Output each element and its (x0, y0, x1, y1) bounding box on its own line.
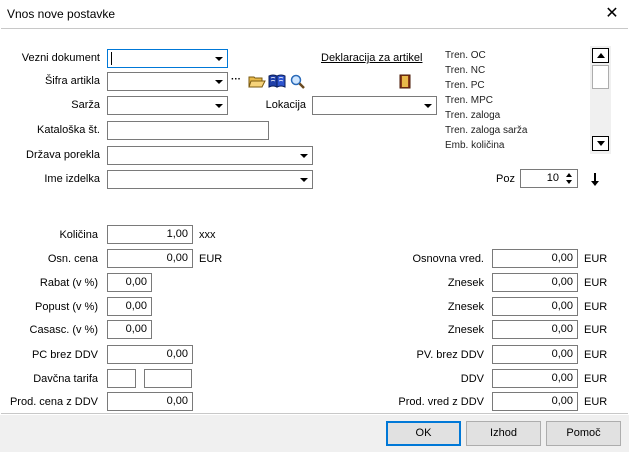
text-cursor (111, 52, 112, 65)
lokacija-label: Lokacija (265, 99, 306, 111)
pricing-left-label: Prod. cena z DDV (9, 396, 98, 408)
scroll-down-button[interactable] (592, 136, 609, 151)
pricing-left-input[interactable]: 0,00 (107, 249, 193, 268)
pricing-left-label: Osn. cena (47, 253, 98, 265)
chevron-down-icon[interactable] (215, 57, 223, 61)
info-list-item: Tren. OC (445, 50, 486, 61)
pricing-right-input[interactable]: 0,00 (492, 345, 578, 364)
close-icon[interactable]: ✕ (601, 3, 623, 25)
ok-button[interactable]: OK (386, 421, 461, 446)
pricing-right-input[interactable]: 0,00 (492, 297, 578, 316)
unit-label: xxx (199, 229, 216, 241)
chevron-down-icon[interactable] (424, 104, 432, 108)
ime-izdelka-combo[interactable] (107, 170, 313, 189)
pricing-right-input[interactable]: 0,00 (492, 369, 578, 388)
kataloska-label: Kataloška št. (37, 124, 100, 136)
kataloska-input[interactable] (107, 121, 269, 140)
pricing-left-input[interactable]: 0,00 (107, 345, 193, 364)
unit-label: EUR (584, 373, 608, 385)
chevron-down-icon[interactable] (215, 104, 223, 108)
open-folder-icon[interactable] (248, 73, 266, 89)
davcna-tarifa-rate-input[interactable] (144, 369, 192, 388)
pricing-left-label: Popust (v %) (35, 301, 98, 313)
vezni-dokument-combo[interactable] (107, 49, 228, 68)
scroll-thumb[interactable] (592, 65, 609, 89)
unit-label: EUR (584, 253, 608, 265)
pricing-left-label: Količina (59, 229, 98, 241)
sarza-label: Sarža (71, 99, 100, 111)
down-arrow-icon[interactable] (590, 172, 600, 187)
pricing-right-label: Osnovna vred. (412, 253, 484, 265)
info-list-item: Tren. zaloga sarža (445, 125, 528, 136)
spin-up-icon[interactable] (563, 171, 576, 179)
pricing-right-label: Znesek (447, 277, 484, 289)
info-list-item: Tren. zaloga (445, 110, 501, 121)
poz-spinner[interactable]: 10 (520, 169, 578, 188)
ime-izdelka-label: Ime izdelka (44, 173, 100, 185)
declaration-book-icon[interactable] (399, 74, 411, 89)
unit-label: EUR (584, 324, 608, 336)
pricing-right-input[interactable]: 0,00 (492, 273, 578, 292)
drzava-porekla-combo[interactable] (107, 146, 313, 165)
pricing-right-label: Prod. vred z DDV (398, 396, 484, 408)
pricing-right-input[interactable]: 0,00 (492, 320, 578, 339)
window-title: Vnos nove postavke (7, 7, 116, 21)
title-bar: Vnos nove postavke ✕ (0, 0, 629, 28)
vezni-dokument-label: Vezni dokument (21, 52, 100, 64)
pricing-left-label: Casasc. (v %) (29, 324, 98, 336)
info-scrollbar[interactable] (590, 46, 611, 154)
chevron-down-icon[interactable] (215, 80, 223, 84)
arrow-down-icon (597, 141, 605, 146)
info-list-item: Tren. NC (445, 65, 486, 76)
unit-label: EUR (584, 277, 608, 289)
pricing-left-input[interactable]: 0,00 (107, 273, 152, 292)
chevron-down-icon[interactable] (300, 154, 308, 158)
sarza-combo[interactable] (107, 96, 228, 115)
pricing-left-label: Davčna tarifa (33, 373, 98, 385)
unit-label: EUR (584, 396, 608, 408)
pricing-left-input[interactable]: 1,00 (107, 225, 193, 244)
unit-label: EUR (199, 253, 223, 265)
info-list-item: Emb. količina (445, 140, 505, 151)
poz-value: 10 (546, 172, 559, 184)
info-list-item: Tren. MPC (445, 95, 493, 106)
pricing-left-label: PC brez DDV (31, 349, 98, 361)
drzava-porekla-label: Država porekla (26, 149, 100, 161)
sifra-artikla-label: Šifra artikla (44, 75, 100, 87)
chevron-down-icon[interactable] (300, 178, 308, 182)
pricing-left-input[interactable]: 0,00 (107, 297, 152, 316)
unit-label: EUR (584, 349, 608, 361)
pricing-left-input[interactable]: 0,00 (107, 392, 193, 411)
unit-label: EUR (584, 301, 608, 313)
pomoc-button[interactable]: Pomoč (546, 421, 621, 446)
book-icon[interactable] (268, 73, 286, 89)
sifra-artikla-combo[interactable] (107, 72, 228, 91)
pricing-right-input[interactable]: 0,00 (492, 249, 578, 268)
more-button[interactable]: ··· (231, 73, 241, 87)
pricing-left-input[interactable]: 0,00 (107, 320, 152, 339)
magnifier-icon[interactable] (290, 74, 306, 90)
lokacija-combo[interactable] (312, 96, 437, 115)
pricing-right-label: PV. brez DDV (416, 349, 484, 361)
info-list-item: Tren. PC (445, 80, 485, 91)
izhod-button[interactable]: Izhod (466, 421, 541, 446)
spin-down-icon[interactable] (563, 179, 576, 187)
scroll-up-button[interactable] (592, 48, 609, 63)
pricing-right-label: Znesek (447, 324, 484, 336)
pricing-right-label: Znesek (447, 301, 484, 313)
pricing-right-input[interactable]: 0,00 (492, 392, 578, 411)
arrow-up-icon (597, 53, 605, 58)
pricing-right-label: DDV (460, 373, 484, 385)
pricing-left-label: Rabat (v %) (39, 277, 98, 289)
poz-label: Poz (496, 173, 515, 185)
deklaracija-link[interactable]: Deklaracija za artikel (321, 52, 422, 64)
davcna-tarifa-code-input[interactable] (107, 369, 136, 388)
